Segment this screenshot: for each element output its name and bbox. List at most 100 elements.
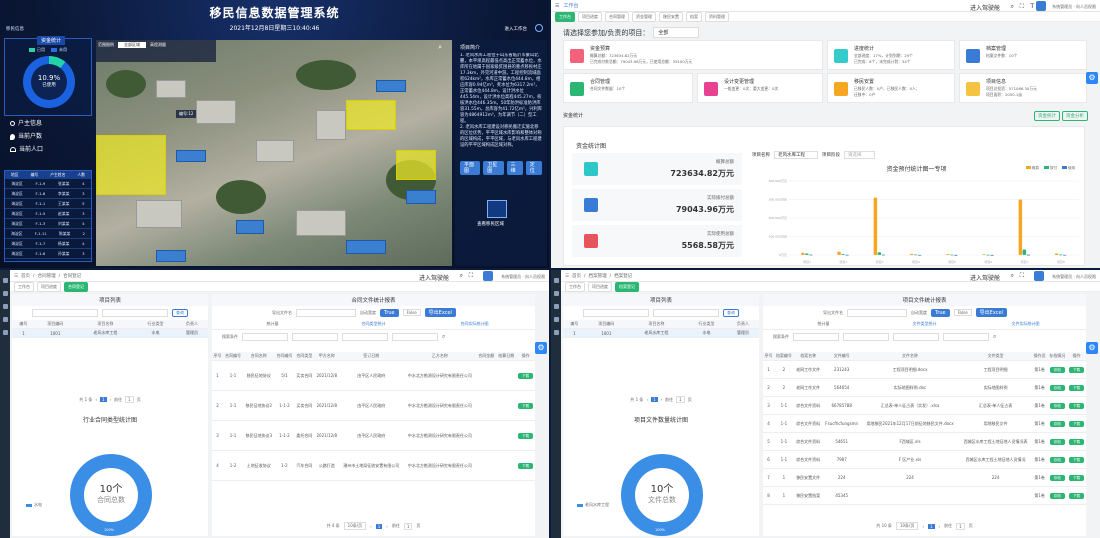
download-button[interactable]: 下载 [1069,456,1085,463]
bar[interactable] [881,254,886,256]
bar[interactable] [990,254,994,256]
nav-household[interactable]: 当前户数 [10,130,43,143]
user-name[interactable]: 系统管理员 · 向人员权限 [1052,4,1096,10]
region-icon[interactable] [487,200,507,218]
table-row[interactable]: 1 1001 老风水库工程 水电 管理员 [563,328,759,338]
search-input[interactable] [32,309,98,317]
table-row[interactable]: 海淀区 F-1-8 李某某 3 [5,189,91,199]
search-button[interactable]: 查询 [172,309,188,317]
breadcrumb-item[interactable]: 首页 [21,273,30,279]
table-row[interactable]: 8 1 移民安置档案 45345 第1卷 存档 下载 [763,486,1086,505]
search-button[interactable]: 查询 [723,309,739,317]
tab-6[interactable]: 资料管理 [705,11,729,22]
prev-page-button[interactable]: ‹ [922,524,924,529]
table-row[interactable]: 海淀区 F-1-7 杨某某 4 [5,239,91,249]
stat-card[interactable]: 档案管理 档案文件数：10个 [959,40,1087,70]
search-field[interactable] [943,333,989,341]
tab-0[interactable]: 工作台 [555,11,575,22]
next-page-button[interactable]: › [661,397,663,402]
avatar[interactable] [1034,271,1044,281]
search-input[interactable] [583,309,649,317]
map-control[interactable]: 高程测量 [150,42,166,48]
table-row[interactable]: 海淀区 F-1-1 王某某 5 [5,199,91,209]
tab-5[interactable]: 档案 [686,11,702,22]
download-button[interactable]: 下载 [1069,402,1085,409]
page-number[interactable]: 1 [375,523,383,529]
search-input[interactable] [653,309,719,317]
page-number[interactable]: 1 [651,397,658,402]
breadcrumb-item[interactable]: 合同管理 [38,273,56,279]
project-filter[interactable]: 老风水库工程 [774,151,818,159]
3d-button[interactable]: 三维 [506,161,523,175]
search-field[interactable] [893,333,939,341]
bar[interactable] [913,254,918,256]
settings-icon[interactable] [535,24,543,32]
bar[interactable] [1062,254,1067,256]
prev-page-button[interactable]: ‹ [95,397,97,402]
download-button[interactable]: 下载 [518,402,534,409]
bar[interactable] [805,253,809,255]
stage-filter[interactable]: 请选择 [844,151,875,159]
search-field[interactable] [843,333,889,341]
bar[interactable] [841,254,845,255]
search-input[interactable] [102,309,168,317]
pager-goto-input[interactable]: 1 [956,522,965,530]
tab-1[interactable]: 项目进度 [588,281,612,292]
nav-icon[interactable] [553,304,559,309]
fullscreen-icon[interactable]: ⛶ [1020,272,1024,280]
bar[interactable] [1018,199,1023,256]
table-row[interactable]: 海淀区 F-1-11 陈某某 2 [5,229,91,239]
tab-2[interactable]: 合同管理 [605,11,629,22]
search-field[interactable] [242,333,288,341]
view-region-button[interactable]: 查看移民区域 [477,222,504,228]
page-number[interactable]: 1 [927,523,935,529]
bar[interactable] [809,254,813,256]
breadcrumb-item[interactable]: 档案登记 [614,273,632,279]
tab-fund-analysis[interactable]: 资金分析 [1062,111,1088,121]
enter-cockpit-link[interactable]: 进入驾驶舱 [419,273,449,282]
next-page-button[interactable]: › [386,524,388,529]
nav-icon[interactable] [2,291,8,296]
font-size-icon[interactable]: T [1030,3,1034,10]
bar[interactable] [950,254,954,256]
tab-0[interactable]: 工作台 [565,281,585,292]
table-row[interactable]: 5 1-1 综合文件资料 54651 F西城区.xls 西城区水库工程土地征地人员情况表第… [763,432,1086,451]
chart-link[interactable]: 文件实际统计图 [975,321,1076,327]
stat-card[interactable]: 资金预算 概算总额：723634.82万元 已完成付款总额：79043.96万元，已… [563,40,823,70]
bar[interactable] [954,254,958,256]
bar[interactable] [1058,254,1063,256]
bar[interactable] [986,254,990,256]
stat-card[interactable]: 进度统计 全部进度：17%，计划到期：29个 已完成：8个，未完成计划：34个 [827,40,955,70]
user-name[interactable]: 系统管理员 · 向人员权限 [1052,274,1096,280]
user-name[interactable]: 系统管理员 · 向人员权限 [501,274,545,280]
search-field[interactable] [292,333,338,341]
highlight-area[interactable] [346,100,396,130]
bar[interactable] [837,251,841,255]
download-button[interactable]: 下载 [1069,492,1085,499]
search-icon[interactable]: ⌕ [438,43,442,52]
export-excel-button[interactable]: 导出Excel [975,308,1007,317]
bar[interactable] [1026,254,1031,256]
table-row[interactable]: 6 1-1 综合文件资料 7987 F 区产业.xls 西城区水库工程土地征地人员情况 第1… [763,450,1086,469]
pager-goto-input[interactable]: 1 [403,522,413,530]
avatar[interactable] [483,271,493,281]
nav-icon[interactable] [2,278,8,283]
subtab-1[interactable]: 文件类型统计 [874,321,975,327]
tab-1[interactable]: 项目进度 [37,281,61,292]
tab-3[interactable]: 资金管理 [632,11,656,22]
subtab-0[interactable]: 统计量 [222,321,323,327]
next-page-button[interactable]: › [939,524,941,529]
bar[interactable] [917,254,922,256]
true-button[interactable]: True [380,308,399,317]
table-row[interactable]: 7 1 移民安置文件 224 224 224 第1卷 存档 下载 [763,468,1086,487]
false-button[interactable]: False [402,309,421,316]
stat-card[interactable]: 移民安置 已移民人数：0户，已移民人数：0人； 迁移中：0户 [827,73,955,103]
search-icon[interactable]: ⌕ [460,272,463,280]
table-row[interactable]: 海淀区 F-1-9 张某某 4 [5,179,91,189]
breadcrumb-item[interactable]: 档案管理 [589,273,607,279]
search-icon[interactable]: ⌕ [1011,3,1014,11]
highlight-area[interactable] [96,135,166,195]
table-row[interactable]: 4 1-1 综合文件资料 Fsucfhcfungsmn 用地移民2021年12月17日前… [763,414,1086,433]
enter-cockpit-link[interactable]: 进入驾驶舱 [970,273,1000,282]
page-size-select[interactable]: 10条/页 [343,522,367,530]
